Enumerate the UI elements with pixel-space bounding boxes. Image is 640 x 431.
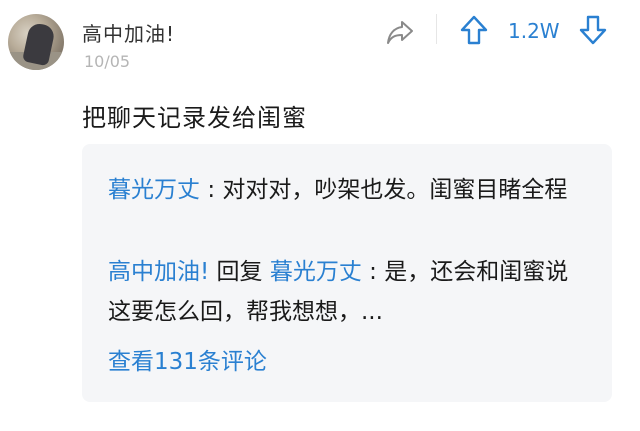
reply-separator: : bbox=[369, 259, 377, 285]
reply-item: 高中加油! 回复 暮光万丈 : 是，还会和闺蜜说这要怎么回，帮我想想，... bbox=[108, 252, 588, 332]
post-text: 把聊天记录发给闺蜜 bbox=[82, 104, 307, 132]
reply-preview-box[interactable]: 暮光万丈 : 对对对，吵架也发。闺蜜目睹全程 高中加油! 回复 暮光万丈 : 是… bbox=[82, 144, 612, 402]
vote-count: 1.2W bbox=[508, 19, 560, 43]
upvote-arrow-icon bbox=[460, 15, 488, 45]
reply-word: 回复 bbox=[216, 259, 263, 285]
reply-author[interactable]: 高中加油! bbox=[108, 259, 209, 285]
avatar[interactable] bbox=[8, 14, 64, 70]
downvote-arrow-icon bbox=[579, 15, 607, 45]
reply-text: 对对对，吵架也发。闺蜜目睹全程 bbox=[222, 177, 568, 203]
downvote-button[interactable] bbox=[578, 14, 608, 46]
upvote-button[interactable] bbox=[459, 14, 489, 46]
reply-author[interactable]: 暮光万丈 bbox=[108, 177, 200, 203]
divider bbox=[436, 14, 437, 44]
reply-to-user[interactable]: 暮光万丈 bbox=[270, 259, 362, 285]
username[interactable]: 高中加油! bbox=[82, 18, 175, 47]
reply-separator: : bbox=[207, 177, 216, 203]
share-arrow-icon bbox=[387, 21, 413, 44]
post-date: 10/05 bbox=[84, 52, 131, 71]
reply-item: 暮光万丈 : 对对对，吵架也发。闺蜜目睹全程 bbox=[108, 170, 588, 210]
view-more-comments-link[interactable]: 查看131条评论 bbox=[108, 342, 267, 376]
share-button[interactable] bbox=[384, 16, 416, 48]
